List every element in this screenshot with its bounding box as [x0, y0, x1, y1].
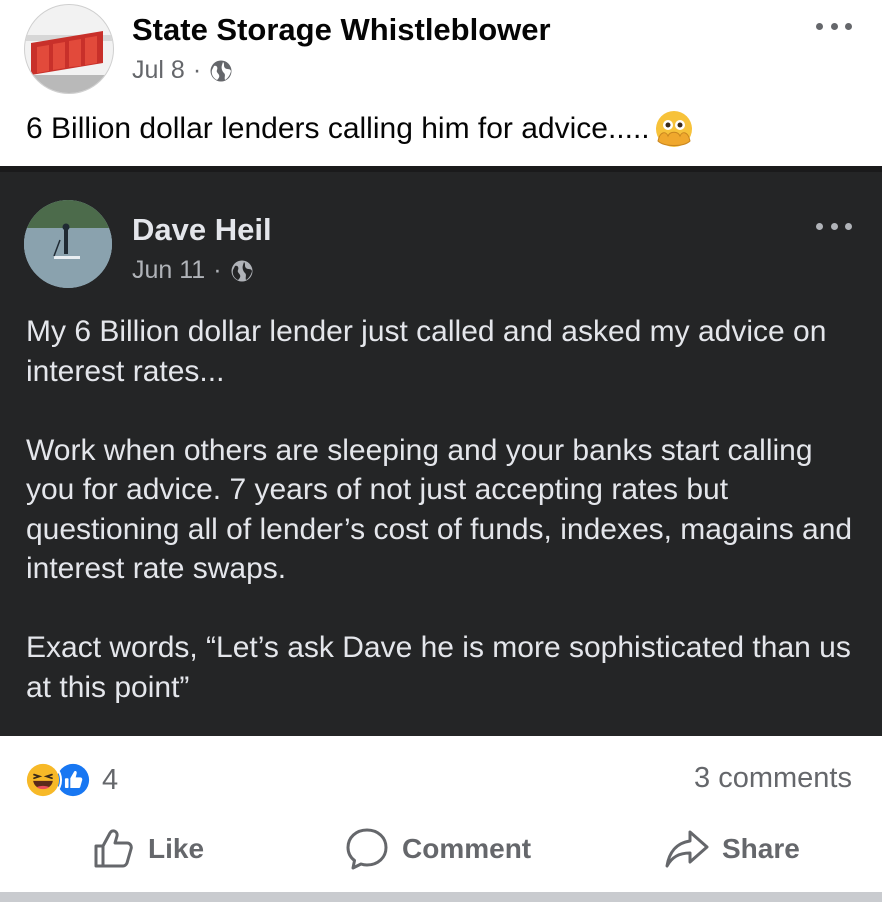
thumbs-up-icon [94, 829, 133, 868]
author-name[interactable]: State Storage Whistleblower [132, 12, 551, 48]
share-button[interactable]: Share [664, 820, 800, 878]
shared-paragraph: Exact words, “Let’s ask Dave he is more … [26, 631, 851, 704]
more-dot [816, 22, 823, 30]
caption-text: 6 Billion dollar lenders calling him for… [26, 112, 650, 145]
globe-icon [210, 60, 232, 81]
post-caption: 6 Billion dollar lenders calling him for… [26, 109, 694, 149]
author-avatar[interactable] [24, 4, 114, 94]
feed-divider [0, 892, 882, 902]
comments-count-link[interactable]: 3 comments [694, 762, 852, 795]
like-label: Like [148, 833, 205, 864]
shared-paragraph: Work when others are sleeping and your b… [26, 433, 853, 586]
globe-icon [231, 260, 253, 281]
post-header: State Storage Whistleblower Jul 8 · [0, 0, 882, 100]
shared-paragraph: My 6 Billion dollar lender just called a… [26, 315, 827, 388]
post-meta: Jul 8 · [132, 56, 233, 85]
comment-button[interactable]: Comment [344, 820, 531, 878]
meta-separator: · [213, 256, 222, 284]
share-arrow-icon [665, 830, 709, 868]
like-button[interactable]: Like [90, 820, 204, 878]
more-dot [845, 222, 852, 230]
more-options-button[interactable] [810, 14, 858, 38]
shared-post-body: My 6 Billion dollar lender just called a… [26, 312, 856, 707]
more-dot [830, 222, 838, 230]
more-dot [816, 222, 823, 230]
share-label: Share [722, 833, 800, 864]
post-action-bar: Like Comment Share [0, 820, 882, 878]
shared-post-date[interactable]: Jun 11 [132, 256, 205, 285]
comment-label: Comment [402, 833, 532, 864]
shared-author-name[interactable]: Dave Heil [132, 212, 272, 248]
more-dot [845, 22, 852, 30]
reaction-summary[interactable]: 4 [24, 760, 118, 800]
shared-post[interactable]: Dave Heil Jun 11 · My 6 Billion dollar l… [0, 166, 882, 736]
meta-separator: · [192, 56, 202, 84]
reaction-count: 4 [102, 763, 119, 796]
more-dot [830, 22, 838, 30]
haha-reaction-icon [24, 761, 62, 799]
comment-bubble-icon [346, 828, 388, 870]
peeking-face-emoji-icon [655, 111, 692, 147]
shared-more-options-button[interactable] [810, 214, 858, 238]
post-date[interactable]: Jul 8 [132, 56, 185, 85]
shared-post-meta: Jun 11 · [132, 256, 254, 285]
shared-author-avatar[interactable] [24, 200, 112, 288]
